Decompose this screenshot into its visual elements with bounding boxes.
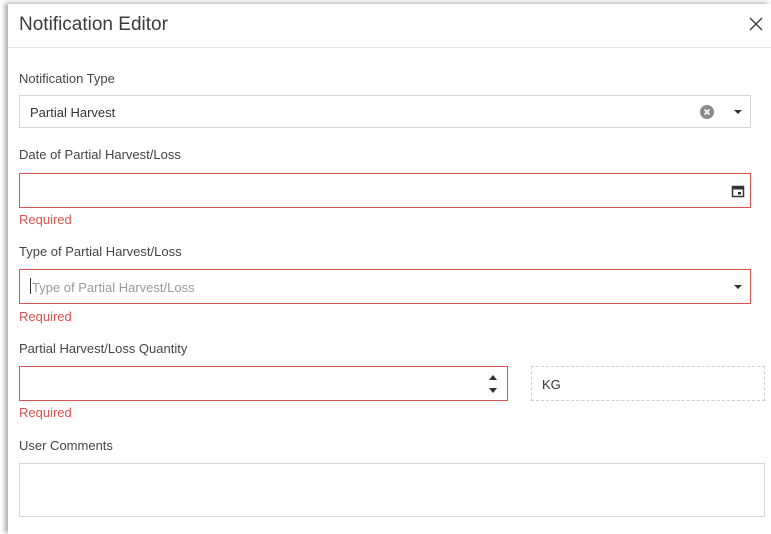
notification-type-value: Partial Harvest (30, 105, 116, 120)
date-input[interactable] (19, 173, 751, 208)
notification-type-dropdown-button[interactable] (730, 104, 746, 120)
caret-down-icon (734, 110, 742, 114)
quantity-error: Required (19, 405, 72, 420)
type-dropdown-button[interactable] (730, 279, 746, 295)
clear-button[interactable] (699, 104, 715, 120)
date-error: Required (19, 212, 72, 227)
notification-type-label: Notification Type (19, 71, 115, 86)
comments-label: User Comments (19, 438, 113, 453)
spin-down-icon (489, 387, 497, 393)
dialog-title: Notification Editor (19, 14, 168, 35)
calendar-button[interactable] (730, 183, 746, 199)
spin-down-button[interactable] (487, 384, 499, 396)
calendar-icon (731, 185, 745, 198)
type-placeholder: Type of Partial Harvest/Loss (32, 280, 195, 295)
quantity-label: Partial Harvest/Loss Quantity (19, 341, 188, 356)
date-label: Date of Partial Harvest/Loss (19, 147, 181, 162)
unit-display: KG (531, 366, 765, 401)
unit-label: KG (542, 377, 561, 392)
type-select[interactable]: Type of Partial Harvest/Loss (19, 269, 751, 304)
clear-circle-icon (700, 105, 714, 119)
spin-up-button[interactable] (487, 371, 499, 383)
quantity-input[interactable] (19, 366, 508, 401)
type-label: Type of Partial Harvest/Loss (19, 244, 182, 259)
notification-editor-dialog: Notification Editor Notification Type Pa… (8, 4, 771, 534)
dialog-header: Notification Editor (8, 4, 771, 48)
close-icon (749, 17, 763, 31)
type-error: Required (19, 309, 72, 324)
spin-up-icon (489, 374, 497, 380)
comments-textarea[interactable] (19, 463, 765, 517)
text-cursor (30, 278, 31, 294)
close-button[interactable] (745, 13, 767, 35)
caret-down-icon (734, 285, 742, 289)
notification-type-select[interactable]: Partial Harvest (19, 95, 751, 128)
